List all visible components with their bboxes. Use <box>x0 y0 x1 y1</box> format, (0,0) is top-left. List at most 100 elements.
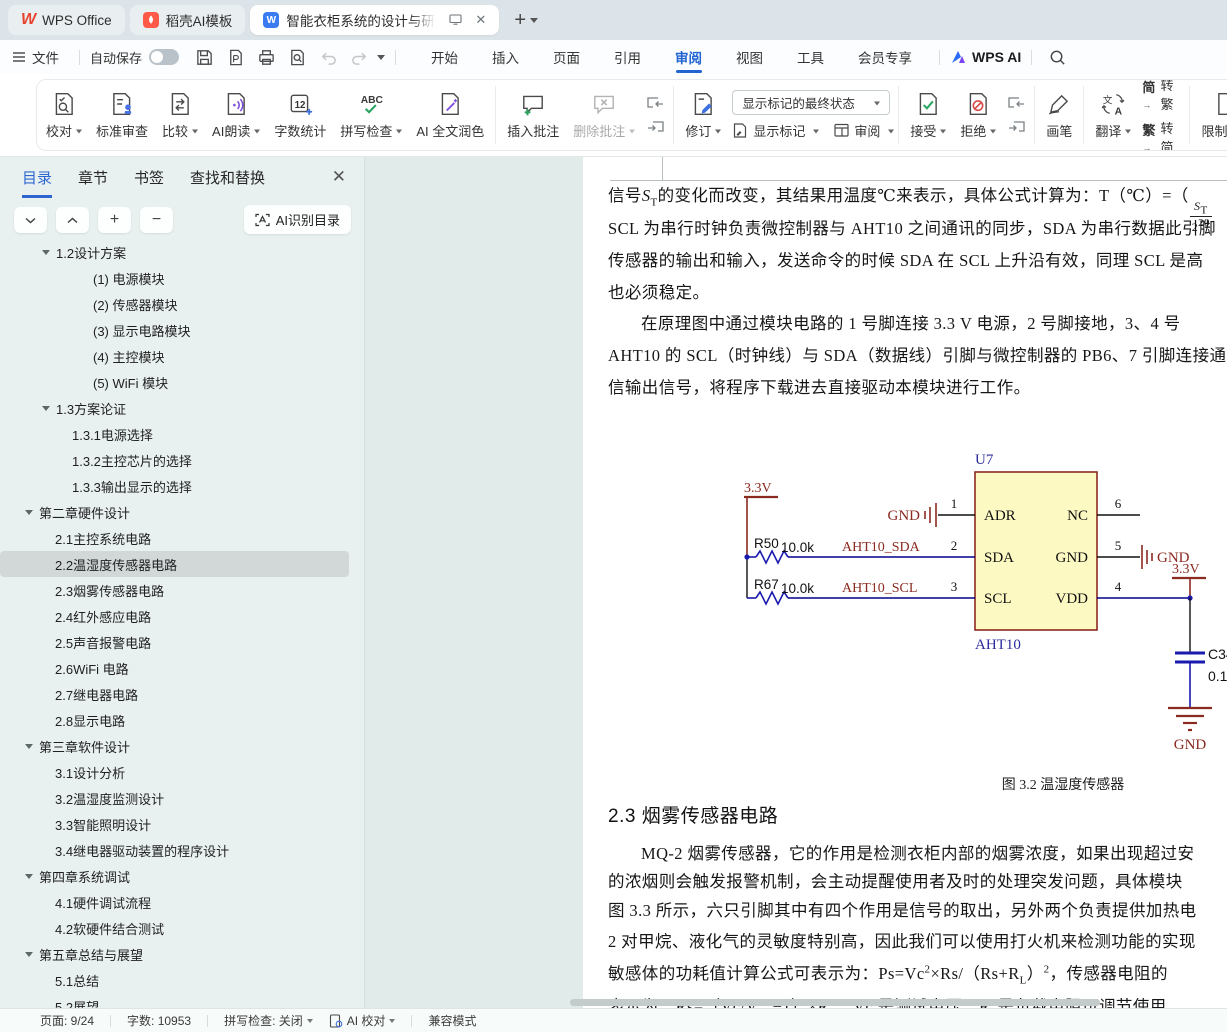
toc-item[interactable]: (2) 传感器模块 <box>0 291 349 317</box>
insert-comment-button[interactable]: 插入批注 <box>500 91 566 140</box>
toc-item[interactable]: 4.2软硬件结合测试 <box>0 915 349 941</box>
toc-item[interactable]: (3) 显示电路模块 <box>0 317 349 343</box>
markup-state-select[interactable]: 显示标记的最终状态 <box>732 90 890 115</box>
print-icon[interactable] <box>257 48 276 67</box>
collapse-all-button[interactable]: − <box>140 207 173 233</box>
toc-item[interactable]: 4.1硬件调试流程 <box>0 889 349 915</box>
menu-tab[interactable]: 引用 <box>597 40 658 74</box>
tab-wps-office[interactable]: W WPS Office <box>8 5 125 35</box>
previous-comment-icon[interactable] <box>646 96 665 111</box>
sidebar-tab[interactable]: 目录 <box>22 167 52 198</box>
print-preview-icon[interactable] <box>288 48 307 67</box>
toc-item[interactable]: 第三章软件设计 <box>0 733 349 759</box>
accept-revision-button[interactable]: 接受 <box>903 91 953 140</box>
search-icon[interactable] <box>1048 48 1067 67</box>
redo-icon[interactable] <box>350 48 369 67</box>
toc-item[interactable]: 5.1总结 <box>0 967 349 993</box>
brush-button[interactable]: 画笔 <box>1039 91 1079 140</box>
horizontal-scrollbar-thumb[interactable] <box>570 999 1100 1006</box>
toc-item[interactable]: 第五章总结与展望 <box>0 941 349 967</box>
word-count-button[interactable]: 12 字数统计 <box>267 91 333 140</box>
toc-item[interactable]: 5.2展望 <box>0 993 349 1008</box>
toc-item[interactable]: 第四章系统调试 <box>0 863 349 889</box>
standard-review-button[interactable]: 标准审查 <box>89 91 155 140</box>
delete-comment-button[interactable]: 删除批注 <box>566 91 642 140</box>
tab-list-caret-icon[interactable] <box>530 18 538 27</box>
toc-item[interactable]: 2.3烟雾传感器电路 <box>0 577 349 603</box>
menu-tab[interactable]: 页面 <box>536 40 597 74</box>
to-simplified-button[interactable]: 繁→ 转简 <box>1142 118 1173 152</box>
expand-down-button[interactable] <box>14 207 47 233</box>
close-tab-icon[interactable]: ✕ <box>475 12 486 28</box>
undo-icon[interactable] <box>319 48 338 67</box>
document-canvas[interactable]: 信号ST的变化而改变，其结果用温度℃来表示，具体公式计算为：T（℃）=（ST22… <box>365 157 1227 1008</box>
toc-item[interactable]: 2.7继电器电路 <box>0 681 349 707</box>
collapse-arrow-icon[interactable] <box>42 250 50 259</box>
autosave-toggle[interactable] <box>149 49 179 65</box>
sidebar-tab[interactable]: 书签 <box>134 167 164 198</box>
collapse-arrow-icon[interactable] <box>42 406 50 415</box>
expand-all-button[interactable]: + <box>98 207 131 233</box>
collapse-arrow-icon[interactable] <box>25 744 33 753</box>
toc-item[interactable]: 2.6WiFi 电路 <box>0 655 349 681</box>
toc-item[interactable]: 3.2温湿度监测设计 <box>0 785 349 811</box>
new-tab-button[interactable]: + <box>514 9 526 32</box>
spellcheck-status[interactable]: 拼写检查: 关闭 <box>224 1012 313 1029</box>
collapse-arrow-icon[interactable] <box>25 874 33 883</box>
menu-tab[interactable]: 插入 <box>475 40 536 74</box>
previous-revision-icon[interactable] <box>1007 96 1026 111</box>
close-sidebar-icon[interactable]: ✕ <box>332 167 346 187</box>
toc-item[interactable]: 1.3方案论证 <box>0 395 349 421</box>
toc-item[interactable]: (5) WiFi 模块 <box>0 369 349 395</box>
toc-item[interactable]: 2.8显示电路 <box>0 707 349 733</box>
ai-proofread-status[interactable]: AI 校对 <box>329 1012 396 1029</box>
menu-tab[interactable]: 工具 <box>780 40 841 74</box>
reject-revision-button[interactable]: 拒绝 <box>953 91 1003 140</box>
sidebar-tab[interactable]: 章节 <box>78 167 108 198</box>
export-pdf-icon[interactable] <box>226 48 245 67</box>
to-traditional-button[interactable]: 简→ 转繁 <box>1142 79 1173 113</box>
toc-item[interactable]: (1) 电源模块 <box>0 265 349 291</box>
toc-item[interactable]: 3.4继电器驱动装置的程序设计 <box>0 837 349 863</box>
ai-recognize-toc-button[interactable]: AI识别目录 <box>244 205 351 234</box>
toc-item[interactable]: 2.1主控系统电路 <box>0 525 349 551</box>
file-menu[interactable]: 文件 <box>12 47 59 67</box>
redo-caret-icon[interactable] <box>377 55 385 64</box>
next-comment-icon[interactable] <box>646 120 665 135</box>
collapse-up-button[interactable] <box>56 207 89 233</box>
toc-item[interactable]: 2.2温湿度传感器电路 <box>0 551 349 577</box>
ai-read-aloud-button[interactable]: AI朗读 <box>205 91 267 140</box>
document-page[interactable]: 信号ST的变化而改变，其结果用温度℃来表示，具体公式计算为：T（℃）=（ST22… <box>583 157 1227 1008</box>
spell-check-button[interactable]: ABC 拼写检查 <box>333 91 409 140</box>
tab-document[interactable]: W 智能衣柜系统的设计与研究 ✕ <box>250 5 499 35</box>
wps-ai-button[interactable]: WPS AI <box>950 49 1021 65</box>
menu-tab[interactable]: 开始 <box>414 40 475 74</box>
save-icon[interactable] <box>195 48 214 67</box>
tab-docer-templates[interactable]: 稻壳AI模板 <box>130 5 246 35</box>
show-markup-button[interactable]: 显示标记 <box>732 121 819 140</box>
collapse-arrow-icon[interactable] <box>25 510 33 519</box>
collapse-arrow-icon[interactable] <box>25 952 33 961</box>
restrict-editing-button[interactable]: 限制编辑 <box>1194 91 1227 140</box>
toc-item[interactable]: 2.5声音报警电路 <box>0 629 349 655</box>
translate-button[interactable]: 文 A 翻译 <box>1088 91 1138 140</box>
review-pane-button[interactable]: 审阅 <box>833 121 894 140</box>
toc-item[interactable]: 2.4红外感应电路 <box>0 603 349 629</box>
toc-item[interactable]: 1.3.2主控芯片的选择 <box>0 447 349 473</box>
next-revision-icon[interactable] <box>1007 120 1026 135</box>
toc-item[interactable]: (4) 主控模块 <box>0 343 349 369</box>
track-changes-button[interactable]: 修订 <box>678 91 728 140</box>
figure-circuit-diagram[interactable]: U7 AHT10 1 2 3 6 5 4 ADR <box>720 440 1227 760</box>
window-mode-icon[interactable] <box>449 13 462 28</box>
toc-item[interactable]: 第二章硬件设计 <box>0 499 349 525</box>
menu-tab[interactable]: 会员专享 <box>841 40 929 74</box>
menu-tab[interactable]: 审阅 <box>658 40 719 74</box>
ai-polish-button[interactable]: AI 全文润色 <box>409 91 491 140</box>
sidebar-tab[interactable]: 查找和替换 <box>190 167 265 198</box>
group-expand-icon[interactable]: ↘ <box>1175 151 1183 152</box>
proofread-button[interactable]: 校对 <box>39 91 89 140</box>
toc-item[interactable]: 3.3智能照明设计 <box>0 811 349 837</box>
toc-item[interactable]: 3.1设计分析 <box>0 759 349 785</box>
menu-tab[interactable]: 视图 <box>719 40 780 74</box>
compare-button[interactable]: 比较 <box>155 91 205 140</box>
